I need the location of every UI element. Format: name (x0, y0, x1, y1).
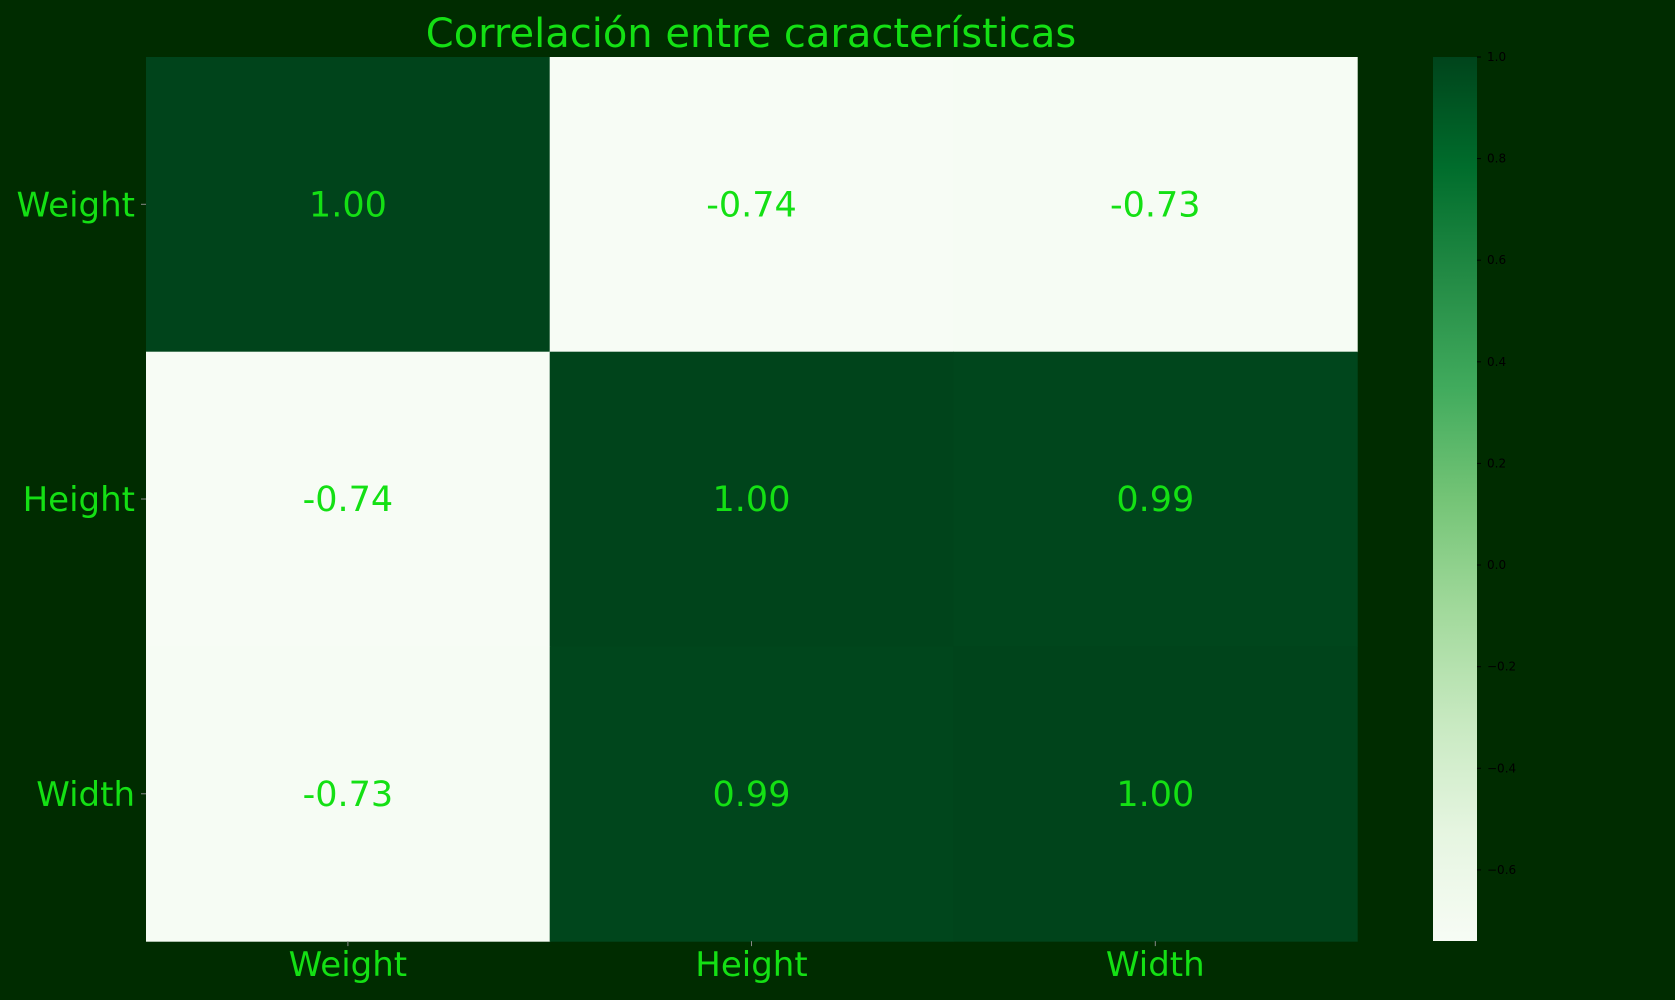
cell-value-label: -0.73 (1110, 185, 1201, 225)
cell-value-label: 0.99 (713, 775, 791, 815)
cell-value-label: -0.74 (706, 185, 797, 225)
chart-title: Correlación entre características (426, 11, 1076, 57)
colorbar (1433, 57, 1477, 941)
cell-value-label: 1.00 (309, 185, 387, 225)
colorbar-tick-label: −0.4 (1487, 761, 1516, 775)
colorbar-tick-label: 0.6 (1487, 253, 1506, 267)
colorbar-tick-label: 0.4 (1487, 355, 1506, 369)
cell-value-label: 1.00 (1116, 775, 1194, 815)
cell-value-label: -0.74 (303, 480, 394, 520)
colorbar-tick-label: −0.2 (1487, 660, 1516, 674)
cell-value-label: -0.73 (303, 775, 394, 815)
colorbar-ticks: 1.0 0.8 0.6 0.4 0.2 0.0 −0.2 −0.4 −0.6 (1477, 50, 1516, 877)
colorbar-tick-label: 1.0 (1487, 50, 1506, 64)
cell-value-label: 0.99 (1116, 480, 1194, 520)
colorbar-tick-label: 0.8 (1487, 152, 1506, 166)
x-tick-label: Weight (289, 945, 407, 985)
y-tick-label: Weight (17, 185, 135, 225)
x-axis: Weight Height Width (289, 941, 1205, 985)
colorbar-tick-label: 0.0 (1487, 558, 1506, 572)
heatmap-chart: Correlación entre características 1.00 -0… (17, 11, 1517, 985)
y-tick-label: Height (23, 480, 135, 520)
x-tick-label: Width (1106, 945, 1205, 985)
x-tick-label: Height (695, 945, 807, 985)
colorbar-tick-label: 0.2 (1487, 456, 1506, 470)
colorbar-tick-label: −0.6 (1487, 863, 1516, 877)
y-tick-label: Width (36, 775, 135, 815)
cell-value-label: 1.00 (713, 480, 791, 520)
y-axis: Weight Height Width (17, 185, 146, 815)
